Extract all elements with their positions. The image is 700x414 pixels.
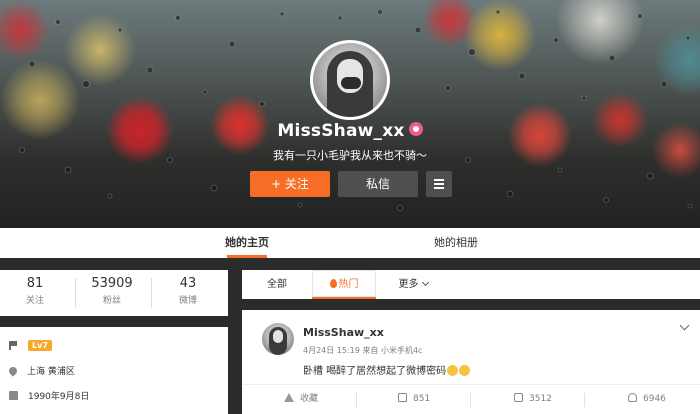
follow-button[interactable]: + 关注 — [250, 171, 330, 197]
stat-followers[interactable]: 53909 粉丝 — [77, 276, 147, 306]
chevron-down-icon — [421, 278, 429, 287]
divider — [584, 393, 585, 407]
birthday-row: 1990年9月8日 — [9, 389, 89, 402]
fire-icon — [329, 279, 337, 288]
birthday-gift-icon — [9, 391, 18, 400]
star-icon — [284, 393, 294, 402]
stat-posts[interactable]: 43 微博 — [153, 276, 223, 306]
profile-info-card: Lv7 上海 黄浦区 1990年9月8日 — [0, 327, 228, 414]
username-text: MissShaw_xx — [277, 121, 405, 141]
divider — [470, 393, 471, 407]
emoji-icon — [459, 365, 471, 376]
filter-hot[interactable]: 热门 — [312, 270, 376, 299]
avatar-image — [313, 43, 387, 117]
post-options-chevron-icon[interactable] — [679, 320, 690, 331]
feed-post: MissShaw_xx 4月24日 15:19 来自 小米手机4c 卧槽 喝醉了… — [242, 310, 700, 414]
stats-card: 81 关注 53909 粉丝 43 微博 — [0, 270, 228, 316]
profile-avatar[interactable] — [310, 40, 390, 120]
tab-album[interactable]: 她的相册 — [421, 228, 491, 258]
divider — [151, 278, 152, 308]
like-button[interactable]: 6946 — [628, 385, 666, 413]
divider — [75, 278, 76, 308]
profile-tab-bar: 她的主页 她的相册 — [0, 228, 700, 258]
more-menu-button[interactable] — [426, 171, 452, 197]
filter-more-dropdown[interactable]: 更多 — [388, 270, 438, 299]
birthday-text: 1990年9月8日 — [28, 392, 90, 402]
post-action-bar: 收藏 851 3512 6946 — [242, 384, 700, 414]
level-badge[interactable]: Lv7 — [28, 340, 52, 351]
post-author-avatar[interactable] — [262, 323, 294, 355]
tab-homepage[interactable]: 她的主页 — [212, 228, 282, 258]
profile-banner: MissShaw_xx 我有一只小毛驴我从来也不骑～ + 关注 私信 — [0, 0, 700, 228]
post-author-name[interactable]: MissShaw_xx — [303, 326, 384, 339]
comment-button[interactable]: 3512 — [514, 385, 552, 413]
message-button[interactable]: 私信 — [338, 171, 418, 197]
thumbs-up-icon — [628, 393, 637, 402]
level-row: Lv7 — [9, 340, 52, 351]
stat-following[interactable]: 81 关注 — [0, 276, 70, 306]
feed-filter-bar: 全部 热门 更多 — [242, 270, 700, 299]
post-meta: 4月24日 15:19 来自 小米手机4c — [303, 346, 423, 355]
location-pin-icon — [7, 364, 19, 377]
filter-all[interactable]: 全部 — [252, 270, 302, 299]
comment-icon — [514, 393, 523, 402]
vip-badge-icon[interactable] — [408, 122, 423, 136]
location-text: 上海 黄浦区 — [27, 367, 75, 377]
profile-bio: 我有一只小毛驴我从来也不骑～ — [273, 149, 427, 162]
post-text: 卧槽 喝醉了居然想起了微博密码 — [303, 362, 471, 377]
emoji-icon — [447, 365, 459, 376]
share-icon — [398, 393, 407, 402]
divider — [356, 393, 357, 407]
profile-username: MissShaw_xx — [0, 121, 700, 141]
menu-icon — [434, 179, 444, 181]
share-button[interactable]: 851 — [398, 385, 430, 413]
active-tab-indicator — [227, 255, 267, 258]
favorite-button[interactable]: 收藏 — [284, 385, 318, 413]
location-row: 上海 黄浦区 — [7, 364, 75, 377]
flag-icon — [9, 341, 18, 350]
